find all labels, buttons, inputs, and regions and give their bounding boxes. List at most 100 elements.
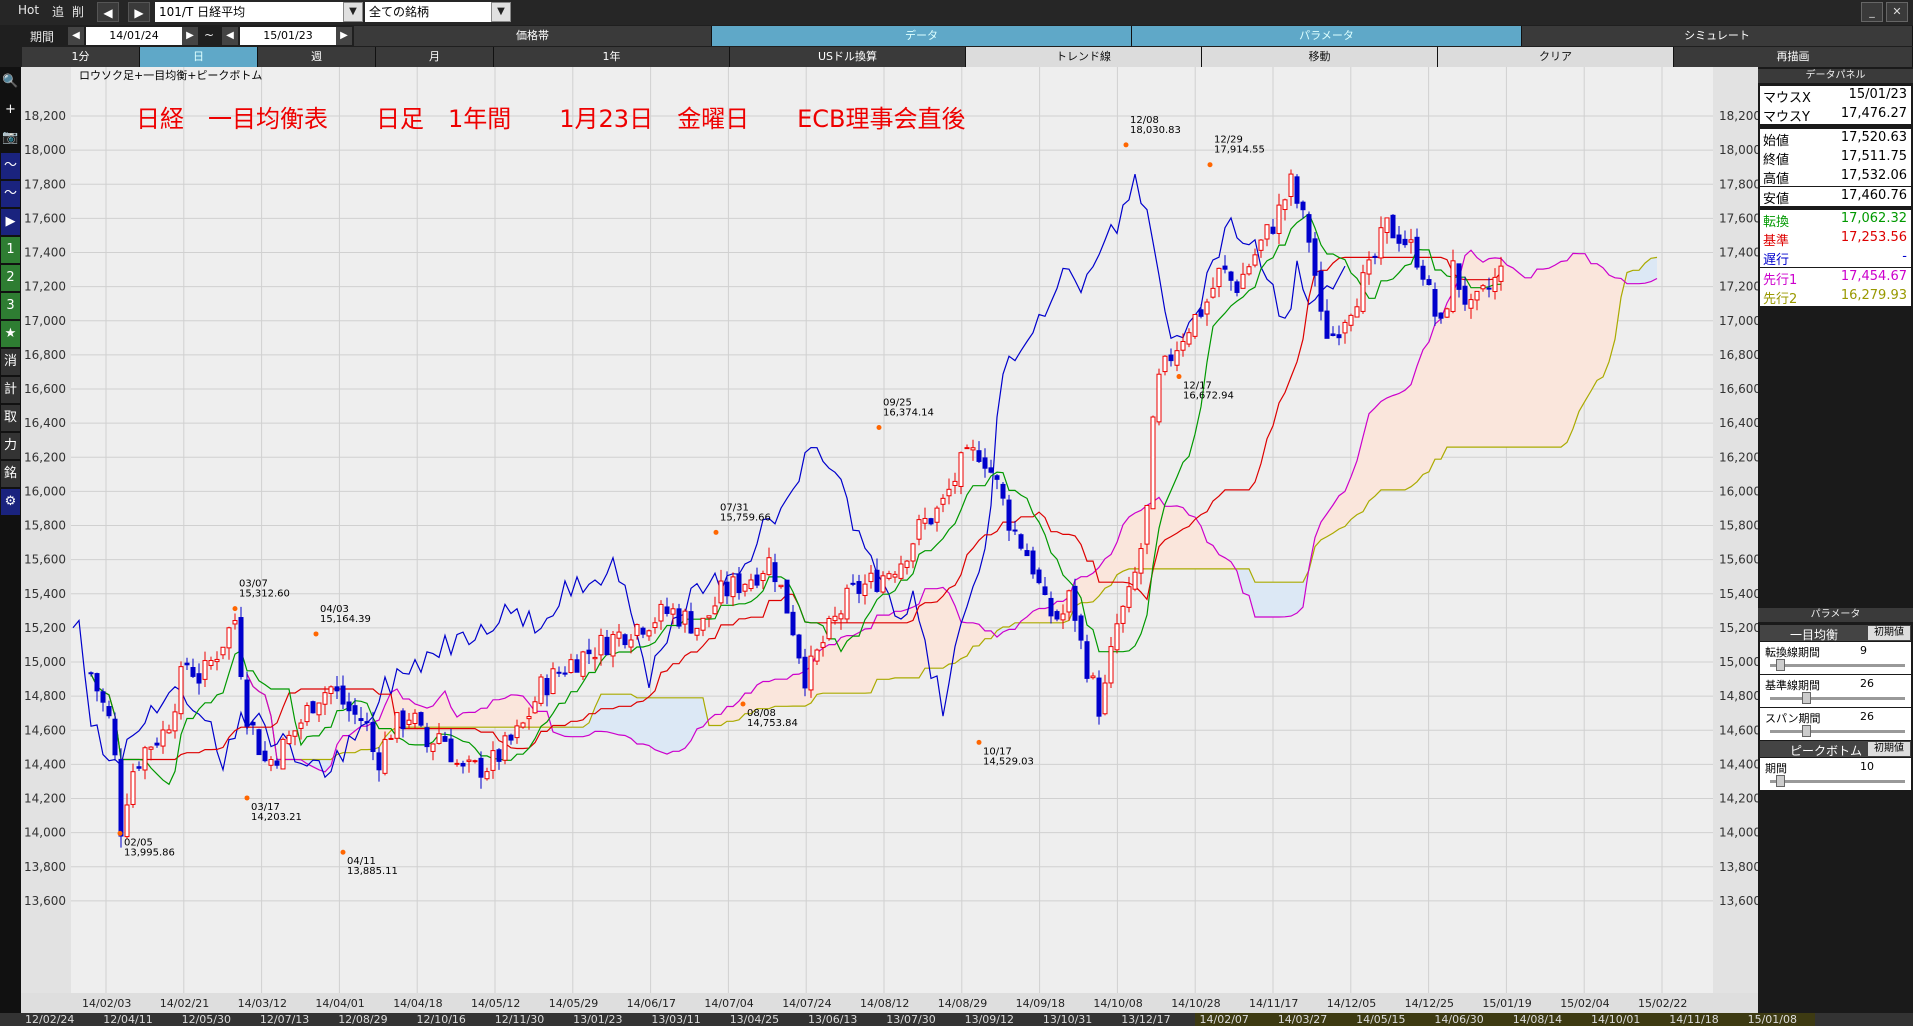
calc-icon[interactable]: 計 (1, 377, 20, 403)
candle-body (568, 659, 574, 673)
y-tick-label-left: 16,600 (24, 382, 66, 396)
delete-button[interactable]: 削 (72, 3, 84, 20)
candle-body (112, 718, 118, 756)
kumo-cloud (1579, 253, 1585, 412)
param-value[interactable]: 10 (1860, 760, 1874, 773)
stock-icon[interactable]: 銘 (1, 461, 20, 487)
candle-body (1384, 217, 1390, 234)
param-value[interactable]: 9 (1860, 644, 1867, 657)
timeframe-monthly[interactable]: 月 (376, 47, 494, 67)
candle-body (784, 579, 790, 614)
trade-icon[interactable]: 取 (1, 405, 20, 431)
period-from-field[interactable]: 14/01/24 (86, 27, 182, 45)
param-label: 基準線期間 (1765, 679, 1820, 692)
kumo-cloud (715, 714, 721, 726)
star-icon[interactable]: ★ (1, 321, 20, 347)
line-chart-icon[interactable]: 〜 (1, 153, 20, 179)
candle-body (988, 467, 994, 473)
camera-icon[interactable]: 📷 (1, 125, 20, 151)
param-value[interactable]: 26 (1860, 710, 1874, 723)
wave-icon[interactable]: 〜 (1, 181, 20, 207)
candle-body (1420, 265, 1426, 280)
universe-select[interactable]: 全ての銘柄 (365, 2, 491, 22)
period-next-icon[interactable]: ▶ (336, 27, 352, 45)
close-icon[interactable]: ✕ (1886, 2, 1908, 22)
chart-3-icon[interactable]: 3 (1, 293, 20, 319)
ichimoku-chart[interactable]: 18,200 18,200 18,000 18,000 17,800 17,800 17,6… (21, 67, 1758, 1013)
overview-timeline[interactable]: 12/02/24 12/04/11 12/05/30 12/07/13 12/08/29… (0, 1013, 1913, 1026)
input-icon[interactable]: 力 (1, 433, 20, 459)
candle-body (244, 679, 250, 727)
erase-icon[interactable]: 消 (1, 349, 20, 375)
period-to-prev-icon[interactable]: ◀ (222, 27, 238, 45)
candle-body (460, 762, 466, 767)
tab-data[interactable]: データ (712, 26, 1132, 46)
candle-body (286, 734, 292, 745)
symbol-select[interactable]: 101/T 日経平均 (155, 2, 343, 22)
chart-2-icon[interactable]: 2 (1, 265, 20, 291)
symbol-dropdown-icon[interactable]: ▼ (343, 2, 363, 22)
candle-body (1456, 263, 1462, 290)
param-slider-thumb[interactable] (1776, 659, 1786, 671)
candle-body (274, 760, 280, 766)
search-icon[interactable]: 🔍 (1, 69, 20, 95)
period-prev-icon[interactable]: ◀ (68, 27, 84, 45)
kumo-cloud (847, 635, 853, 694)
period-from-next-icon[interactable]: ▶ (182, 27, 198, 45)
redraw-button[interactable]: 再描画 (1674, 47, 1913, 67)
top-toolbar: Hot 追 削 ◀ ▶ 101/T 日経平均 ▼ 全ての銘柄 ▼ _ ✕ (0, 0, 1913, 25)
candle-body (124, 804, 130, 838)
overview-date: 14/06/30 (1434, 1013, 1484, 1026)
y-tick-label-right: 14,800 (1719, 689, 1758, 703)
period-tab-bar: 期間 ◀ 14/01/24 ▶ ~ ◀ 15/01/23 ▶ 価格帯 データ パ… (0, 25, 1913, 47)
data-row-label: 終値 (1763, 152, 1790, 168)
data-row-label: マウスY (1763, 110, 1810, 126)
param-slider-thumb[interactable] (1776, 775, 1786, 787)
tab-simulate[interactable]: シミュレート (1522, 26, 1913, 46)
candle-body (1048, 597, 1054, 617)
y-tick-label-right: 14,600 (1719, 723, 1758, 737)
timeframe-1year[interactable]: 1年 (494, 47, 730, 67)
next-symbol-button[interactable]: ▶ (128, 2, 150, 22)
add-button[interactable]: 追 (52, 3, 64, 20)
param-slider-thumb[interactable] (1801, 725, 1811, 737)
kumo-cloud (1519, 273, 1525, 448)
candle-body (634, 624, 640, 636)
timeframe-1min[interactable]: 1分 (22, 47, 140, 67)
x-tick-label: 14/02/21 (160, 997, 209, 1010)
candle-body (580, 651, 586, 677)
candle-body (1342, 321, 1348, 334)
candle-body (1378, 227, 1384, 259)
reset-button[interactable]: 初期値 (1868, 626, 1910, 640)
candle-body (1294, 176, 1300, 204)
candle-body (862, 583, 868, 597)
y-tick-label-left: 17,600 (24, 211, 66, 225)
param-slider-thumb[interactable] (1801, 692, 1811, 704)
reset-button[interactable]: 初期値 (1868, 742, 1910, 756)
universe-dropdown-icon[interactable]: ▼ (491, 2, 511, 22)
period-to-field[interactable]: 15/01/23 (240, 27, 336, 45)
clear-button[interactable]: クリア (1438, 47, 1674, 67)
kumo-cloud (499, 698, 505, 728)
kumo-cloud (1501, 258, 1507, 448)
timeframe-daily[interactable]: 日 (140, 47, 258, 67)
y-tick-label-right: 15,600 (1719, 553, 1758, 567)
move-button[interactable]: 移動 (1202, 47, 1438, 67)
trendline-button[interactable]: トレンド線 (966, 47, 1202, 67)
param-value[interactable]: 26 (1860, 677, 1874, 690)
chart-1-icon[interactable]: 1 (1, 237, 20, 263)
candle-body (766, 557, 772, 576)
hot-button[interactable]: Hot (18, 3, 39, 17)
tab-price-zone[interactable]: 価格帯 (354, 26, 712, 46)
add-icon[interactable]: + (1, 97, 20, 123)
prev-symbol-button[interactable]: ◀ (97, 2, 119, 22)
candle-body (1468, 299, 1474, 309)
gear-icon[interactable]: ⚙ (1, 489, 20, 515)
minimize-icon[interactable]: _ (1861, 2, 1883, 22)
usd-convert-button[interactable]: USドル換算 (730, 47, 966, 67)
data-row-label: マウスX (1763, 91, 1811, 106)
timeframe-weekly[interactable]: 週 (258, 47, 376, 67)
candle-body (646, 630, 652, 637)
tab-parameters[interactable]: パラメータ (1132, 26, 1522, 46)
flag-icon[interactable]: ▶ (1, 209, 20, 235)
